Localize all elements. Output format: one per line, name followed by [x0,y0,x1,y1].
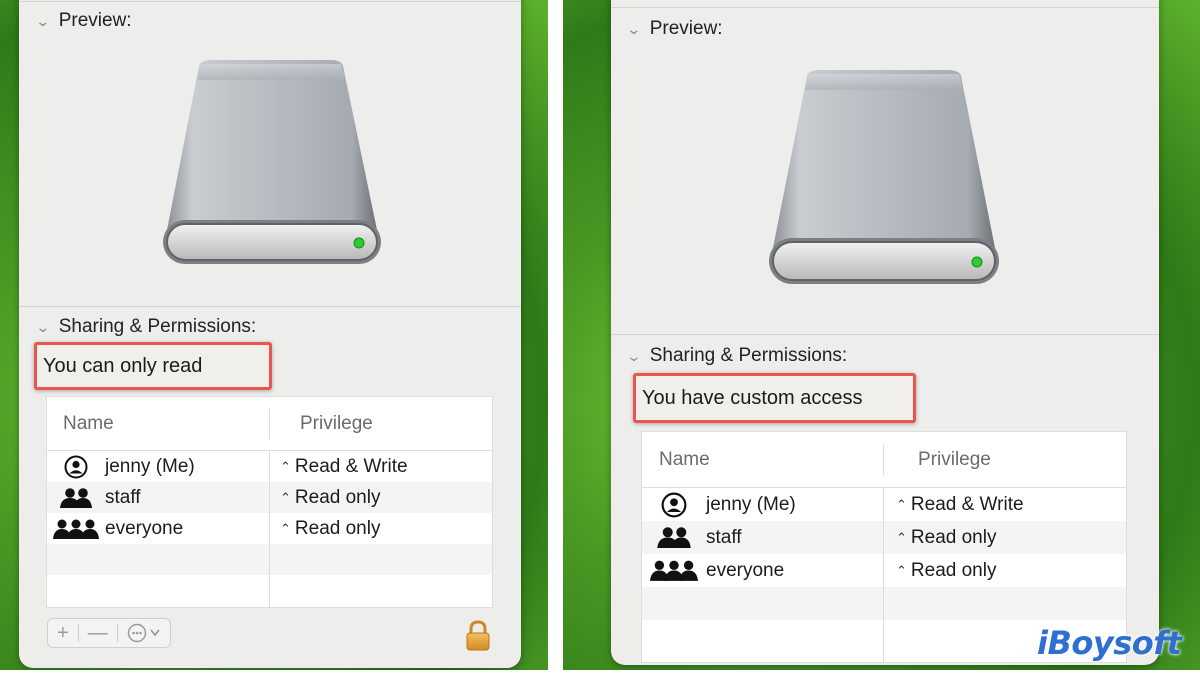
preview-section-header[interactable]: ⌄ Preview: [626,18,723,40]
updown-chevron-icon[interactable]: ⌃ [896,564,907,577]
table-row[interactable]: everyone ⌃ Read only [642,554,1126,587]
ellipsis-circle-icon [127,623,160,643]
chevron-down-icon[interactable]: ⌄ [626,21,641,38]
group-name: everyone [105,517,184,539]
chevron-down-icon[interactable]: ⌄ [35,319,50,336]
iboysoft-watermark: iBoysoft [1037,624,1182,662]
right-screenshot-panel: ⌄ Preview: ⌄ Sharing & Permissions: You … [563,0,1200,670]
column-header-name[interactable]: Name [642,432,883,487]
everyone-icon [642,559,706,582]
table-header: Name Privilege [642,432,1126,488]
sharing-header-label: Sharing & Permissions: [649,345,848,366]
user-icon [642,492,706,518]
privilege-select[interactable]: Read only [295,518,381,540]
access-status-text: You have custom access [633,373,916,423]
sharing-header-label: Sharing & Permissions: [58,316,257,337]
updown-chevron-icon[interactable]: ⌃ [896,498,907,511]
access-status-label: You can only read [43,354,203,377]
sharing-section-header[interactable]: ⌄ Sharing & Permissions: [626,345,848,367]
empty-row [47,544,492,575]
section-divider [19,306,521,307]
section-divider [611,334,1159,335]
section-divider [19,1,521,2]
privilege-select[interactable]: Read & Write [295,456,408,478]
privilege-select[interactable]: Read only [295,487,381,509]
updown-chevron-icon[interactable]: ⌃ [280,460,291,473]
access-status-label: You have custom access [642,386,863,409]
get-info-window: ⌄ Preview: ⌄ Sharing & Permissions: You … [611,0,1159,665]
group-name: everyone [706,559,785,581]
group-icon [47,487,105,509]
privilege-select[interactable]: Read only [911,560,997,582]
column-header-privilege[interactable]: Privilege [883,443,991,476]
updown-chevron-icon[interactable]: ⌃ [280,522,291,535]
left-screenshot-panel: ⌄ Preview: ⌄ Sharing & Permissions: You … [0,0,548,670]
get-info-window: ⌄ Preview: ⌄ Sharing & Permissions: You … [19,0,521,668]
table-row[interactable]: everyone ⌃ Read only [47,513,492,544]
add-button[interactable]: + [48,622,78,645]
empty-row [642,587,1126,620]
group-name: staff [706,526,742,548]
preview-header-label: Preview: [58,10,132,31]
everyone-icon [47,518,105,540]
external-drive-icon [769,70,999,284]
permissions-table: Name Privilege jenny (Me) ⌃ Read & Write [46,396,493,608]
table-header: Name Privilege [47,397,492,451]
column-header-privilege[interactable]: Privilege [269,408,373,439]
access-status-text: You can only read [34,342,272,390]
table-row[interactable]: staff ⌃ Read only [47,482,492,513]
table-row[interactable]: jenny (Me) ⌃ Read & Write [642,488,1126,521]
privilege-select[interactable]: Read only [911,527,997,549]
sharing-section-header[interactable]: ⌄ Sharing & Permissions: [35,316,257,338]
user-name: jenny (Me) [706,493,796,515]
permissions-toolbar: + — [47,618,171,648]
chevron-down-icon[interactable]: ⌄ [626,348,641,365]
chevron-down-icon[interactable]: ⌄ [35,13,50,30]
action-menu-button[interactable] [118,623,170,643]
column-header-name[interactable]: Name [47,397,269,450]
updown-chevron-icon[interactable]: ⌃ [896,531,907,544]
section-divider [611,7,1159,8]
user-name: jenny (Me) [105,455,195,477]
updown-chevron-icon[interactable]: ⌃ [280,491,291,504]
privilege-select[interactable]: Read & Write [911,494,1024,516]
remove-button[interactable]: — [79,622,117,645]
user-icon [47,455,105,479]
table-row[interactable]: jenny (Me) ⌃ Read & Write [47,451,492,482]
preview-header-label: Preview: [649,18,723,39]
group-icon [642,526,706,549]
preview-section-header[interactable]: ⌄ Preview: [35,10,132,32]
external-drive-icon [163,60,381,264]
table-row[interactable]: staff ⌃ Read only [642,521,1126,554]
group-name: staff [105,486,141,508]
empty-row [47,575,492,608]
lock-icon[interactable] [465,620,491,652]
